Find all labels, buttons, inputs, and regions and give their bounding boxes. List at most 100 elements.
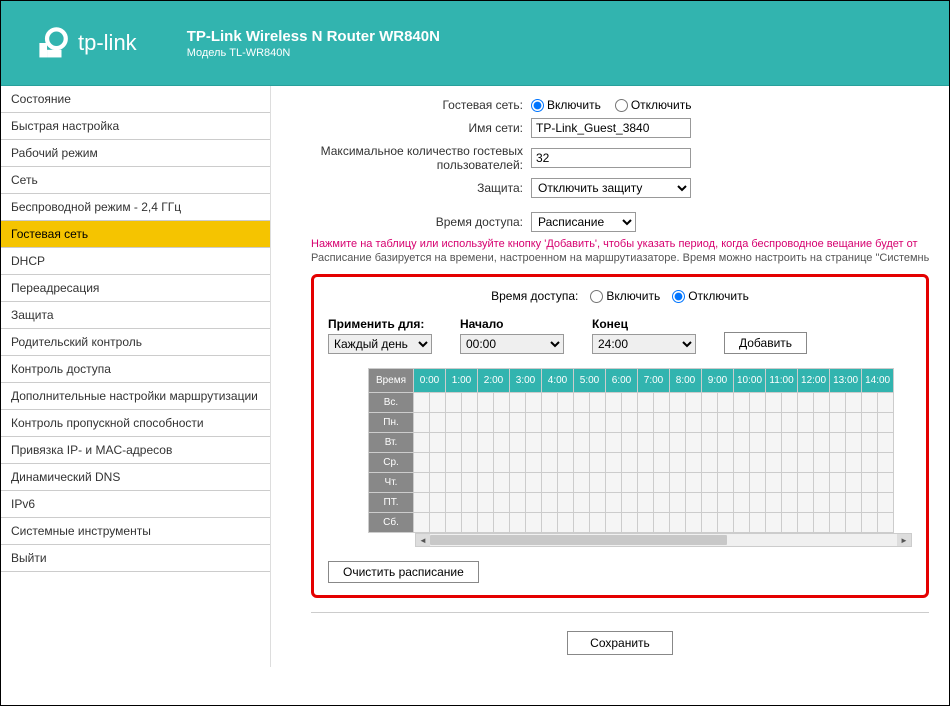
time-cell[interactable]: [846, 473, 862, 493]
time-cell[interactable]: [622, 393, 638, 413]
time-cell[interactable]: [686, 433, 702, 453]
time-cell[interactable]: [862, 433, 878, 453]
end-select[interactable]: 24:00: [592, 334, 696, 354]
time-cell[interactable]: [414, 453, 430, 473]
time-cell[interactable]: [414, 433, 430, 453]
time-cell[interactable]: [718, 473, 734, 493]
time-cell[interactable]: [766, 513, 782, 533]
time-cell[interactable]: [414, 393, 430, 413]
time-cell[interactable]: [798, 453, 814, 473]
time-cell[interactable]: [574, 473, 590, 493]
time-cell[interactable]: [558, 473, 574, 493]
time-cell[interactable]: [798, 433, 814, 453]
time-cell[interactable]: [542, 493, 558, 513]
time-cell[interactable]: [430, 473, 446, 493]
time-cell[interactable]: [686, 513, 702, 533]
sidebar-item-12[interactable]: Контроль пропускной способности: [1, 410, 270, 437]
time-cell[interactable]: [590, 433, 606, 453]
time-cell[interactable]: [446, 433, 462, 453]
time-cell[interactable]: [718, 393, 734, 413]
time-cell[interactable]: [670, 493, 686, 513]
time-cell[interactable]: [718, 413, 734, 433]
time-cell[interactable]: [622, 473, 638, 493]
time-cell[interactable]: [510, 473, 526, 493]
sidebar-item-16[interactable]: Системные инструменты: [1, 518, 270, 545]
time-cell[interactable]: [686, 493, 702, 513]
sched-disable-radio[interactable]: Отключить: [672, 289, 749, 303]
time-cell[interactable]: [766, 473, 782, 493]
time-cell[interactable]: [654, 393, 670, 413]
time-cell[interactable]: [494, 513, 510, 533]
time-cell[interactable]: [526, 433, 542, 453]
time-cell[interactable]: [446, 393, 462, 413]
max-guests-input[interactable]: [531, 148, 691, 168]
time-cell[interactable]: [702, 493, 718, 513]
time-cell[interactable]: [542, 433, 558, 453]
time-cell[interactable]: [542, 473, 558, 493]
time-cell[interactable]: [846, 493, 862, 513]
time-cell[interactable]: [814, 493, 830, 513]
time-cell[interactable]: [558, 513, 574, 533]
time-cell[interactable]: [478, 493, 494, 513]
time-cell[interactable]: [750, 513, 766, 533]
add-button[interactable]: Добавить: [724, 332, 807, 354]
time-cell[interactable]: [734, 473, 750, 493]
sidebar-item-1[interactable]: Быстрая настройка: [1, 113, 270, 140]
time-cell[interactable]: [782, 433, 798, 453]
time-cell[interactable]: [462, 393, 478, 413]
time-cell[interactable]: [734, 513, 750, 533]
time-cell[interactable]: [510, 453, 526, 473]
time-cell[interactable]: [782, 493, 798, 513]
time-cell[interactable]: [590, 473, 606, 493]
time-cell[interactable]: [574, 433, 590, 453]
time-cell[interactable]: [814, 413, 830, 433]
time-cell[interactable]: [494, 393, 510, 413]
time-cell[interactable]: [878, 493, 894, 513]
time-cell[interactable]: [654, 493, 670, 513]
time-cell[interactable]: [430, 413, 446, 433]
time-cell[interactable]: [686, 473, 702, 493]
time-cell[interactable]: [590, 393, 606, 413]
time-cell[interactable]: [734, 493, 750, 513]
time-cell[interactable]: [830, 433, 846, 453]
time-cell[interactable]: [558, 493, 574, 513]
time-cell[interactable]: [878, 453, 894, 473]
time-cell[interactable]: [638, 433, 654, 453]
time-cell[interactable]: [622, 413, 638, 433]
time-cell[interactable]: [702, 413, 718, 433]
time-cell[interactable]: [782, 453, 798, 473]
time-cell[interactable]: [830, 473, 846, 493]
guest-disable-radio[interactable]: Отключить: [615, 98, 692, 112]
time-cell[interactable]: [830, 413, 846, 433]
time-cell[interactable]: [494, 433, 510, 453]
time-cell[interactable]: [862, 513, 878, 533]
time-cell[interactable]: [686, 453, 702, 473]
horizontal-scrollbar[interactable]: ◄ ►: [415, 533, 912, 547]
apply-for-select[interactable]: Каждый день: [328, 334, 432, 354]
sidebar-item-14[interactable]: Динамический DNS: [1, 464, 270, 491]
time-cell[interactable]: [542, 393, 558, 413]
time-cell[interactable]: [526, 453, 542, 473]
time-cell[interactable]: [846, 453, 862, 473]
time-cell[interactable]: [542, 413, 558, 433]
time-cell[interactable]: [590, 413, 606, 433]
sidebar-item-17[interactable]: Выйти: [1, 545, 270, 572]
time-cell[interactable]: [798, 393, 814, 413]
time-cell[interactable]: [526, 473, 542, 493]
time-cell[interactable]: [414, 493, 430, 513]
time-cell[interactable]: [862, 393, 878, 413]
time-cell[interactable]: [686, 413, 702, 433]
time-cell[interactable]: [542, 453, 558, 473]
time-cell[interactable]: [590, 493, 606, 513]
time-cell[interactable]: [414, 513, 430, 533]
time-cell[interactable]: [750, 413, 766, 433]
time-cell[interactable]: [750, 393, 766, 413]
time-cell[interactable]: [446, 413, 462, 433]
time-cell[interactable]: [430, 513, 446, 533]
time-cell[interactable]: [638, 493, 654, 513]
sidebar-item-2[interactable]: Рабочий режим: [1, 140, 270, 167]
time-cell[interactable]: [846, 513, 862, 533]
time-cell[interactable]: [462, 513, 478, 533]
time-cell[interactable]: [478, 433, 494, 453]
time-cell[interactable]: [462, 453, 478, 473]
